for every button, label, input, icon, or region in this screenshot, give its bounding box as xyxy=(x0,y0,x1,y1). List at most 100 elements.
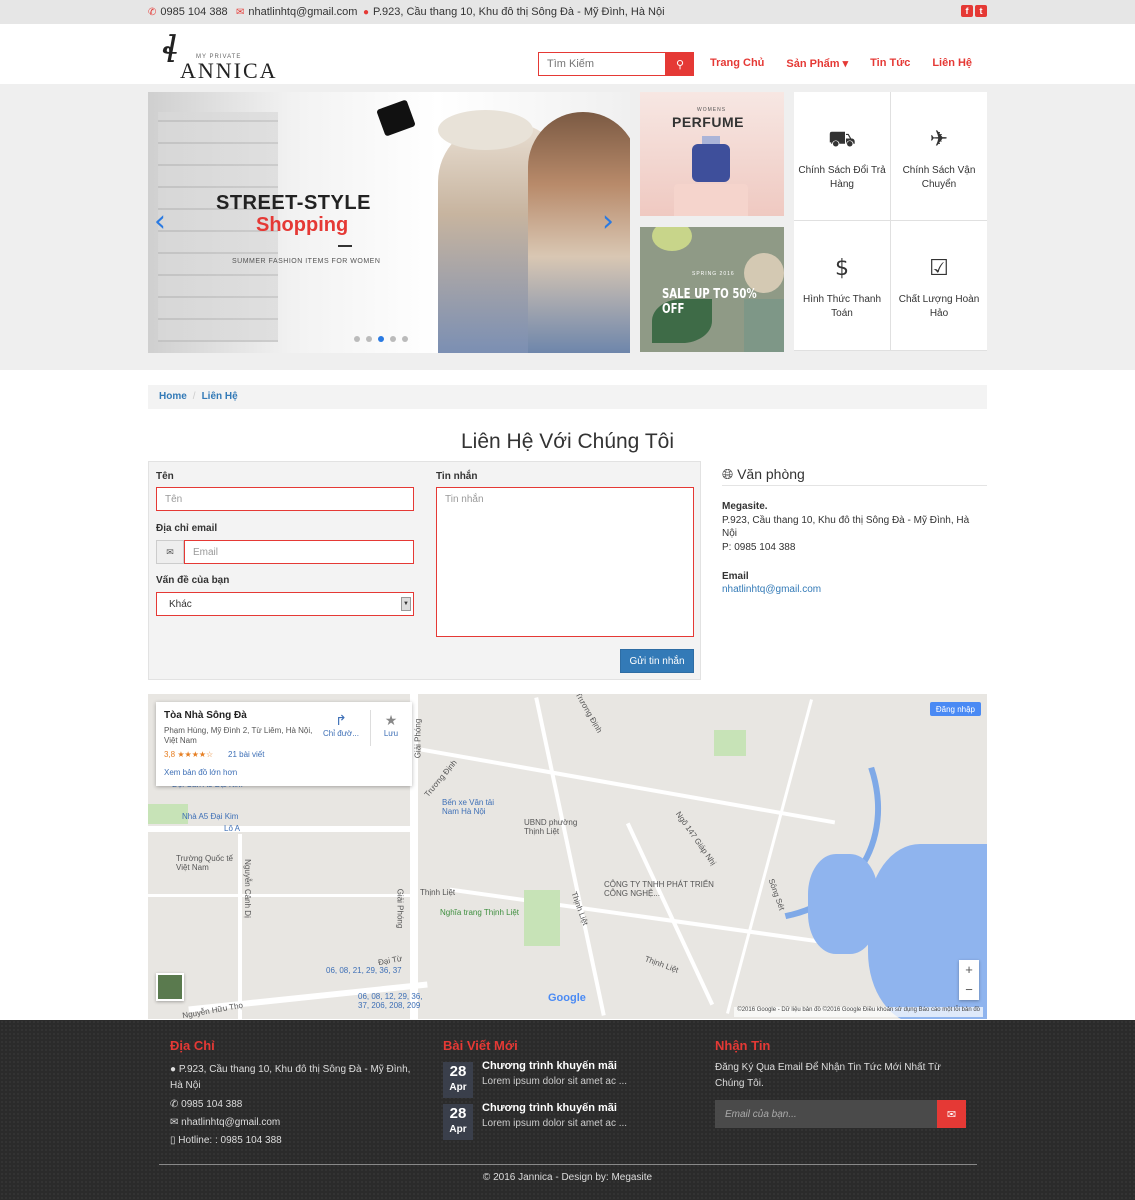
topic-select[interactable]: Khác ▼ xyxy=(156,592,414,616)
office-company: Megasite. xyxy=(722,501,768,512)
footer-email[interactable]: ✉ nhatlinhtq@gmail.com xyxy=(170,1114,280,1132)
post-excerpt: Lorem ipsum dolor sit amet ac ... xyxy=(482,1076,628,1087)
page-title: Liên Hệ Với Chúng Tôi xyxy=(460,430,674,453)
plane-icon: ✈ xyxy=(929,127,949,152)
search-form: ⚲ xyxy=(538,52,694,76)
envelope-icon: ✉ xyxy=(946,1108,957,1121)
header: ɬ MY PRIVATE ANNICA ⚲ Trang Chủ Sản Phẩm… xyxy=(0,24,1135,84)
office-title: 🌐︎ Văn phòng xyxy=(722,466,987,486)
breadcrumb: Home / Liên Hệ xyxy=(148,385,987,409)
sale-banner[interactable]: SPRING 2016 SALE UP TO 50% OFF xyxy=(640,227,784,352)
envelope-icon: ✉ xyxy=(236,6,245,18)
footer-divider xyxy=(159,1164,977,1165)
image-slider[interactable]: STREET-STYLE Shopping SUMMER FASHION ITE… xyxy=(148,92,630,353)
message-field[interactable]: Tin nhắn xyxy=(436,487,694,637)
send-message-button[interactable]: Gửi tin nhắn xyxy=(620,649,694,673)
nav-news[interactable]: Tin Tức xyxy=(870,57,910,70)
place-reviews-link[interactable]: 21 bài viết xyxy=(228,750,264,759)
main-nav: Trang Chủ Sản Phẩm ▾ Tin Tức Liên Hệ xyxy=(710,57,972,70)
post-title-link[interactable]: Chương trình khuyến mãi xyxy=(482,1060,617,1072)
post-date: 28 Apr xyxy=(443,1062,473,1098)
directions-icon: ↱ xyxy=(335,712,347,728)
money-hand-icon: $ xyxy=(835,256,849,281)
phone-icon: ✆ xyxy=(148,6,157,18)
office-email[interactable]: nhatlinhtq@gmail.com xyxy=(722,583,821,596)
phone-icon: ✆ xyxy=(170,1099,179,1110)
directions-button[interactable]: ↱ Chỉ đườ... xyxy=(320,712,362,738)
logo[interactable]: ɬ MY PRIVATE ANNICA xyxy=(162,28,282,83)
slide-title-accent: Shopping xyxy=(256,214,349,236)
topic-label: Vấn đề của bạn xyxy=(156,575,230,586)
chevron-down-icon: ▼ xyxy=(401,597,411,611)
footer-address: ● P.923, Cầu thang 10, Khu đô thị Sông Đ… xyxy=(170,1064,411,1091)
save-button[interactable]: ★ Lưu xyxy=(376,712,406,738)
nav-home[interactable]: Trang Chủ xyxy=(710,57,764,70)
satellite-toggle[interactable] xyxy=(156,973,184,1001)
top-bar: ✆ 0985 104 388 ✉ nhatlinhtq@gmail.com ● … xyxy=(0,0,1135,24)
footer-hotline: ▯ Hotline: : 0985 104 388 xyxy=(170,1135,282,1146)
map-marker-icon: ● xyxy=(170,1064,177,1075)
newsletter-email-input[interactable]: Email của bạn... xyxy=(715,1100,937,1128)
topbar-address: ● P.923, Cầu thang 10, Khu đô thị Sông Đ… xyxy=(363,6,665,18)
feature-quality[interactable]: ☑ Chất Lượng Hoàn Hảo xyxy=(891,221,987,350)
larger-map-link[interactable]: Xem bản đồ lớn hơn xyxy=(164,768,237,777)
star-icon: ★ xyxy=(384,712,398,728)
search-input[interactable] xyxy=(538,52,666,76)
slider-dot[interactable] xyxy=(378,336,384,342)
slider-prev-icon[interactable]: ‹ xyxy=(154,204,166,239)
nav-contact[interactable]: Liên Hệ xyxy=(932,57,972,70)
name-field[interactable]: Tên xyxy=(156,487,414,511)
copyright: © 2016 Jannica - Design by: Megasite xyxy=(482,1172,653,1183)
email-field[interactable]: Email xyxy=(184,540,414,564)
office-phone: P: 0985 104 388 xyxy=(722,542,796,553)
breadcrumb-home[interactable]: Home xyxy=(159,391,187,403)
slide-subtitle: SUMMER FASHION ITEMS FOR WOMEN xyxy=(232,258,381,265)
footer-newsletter-title: Nhận Tin xyxy=(715,1038,771,1053)
feature-payment[interactable]: $ Hình Thức Thanh Toán xyxy=(794,221,890,350)
facebook-icon[interactable]: f xyxy=(961,5,973,17)
twitter-icon[interactable]: t xyxy=(975,5,987,17)
email-label: Địa chỉ email xyxy=(156,523,218,534)
map-signin-button[interactable]: Đăng nhập xyxy=(929,702,981,716)
globe-icon: 🌐︎ xyxy=(722,466,734,482)
google-map[interactable]: Trương Định Giải Phóng Trương Định Bến x… xyxy=(148,694,987,1019)
slider-dot[interactable] xyxy=(354,336,360,342)
topbar-email[interactable]: ✉ nhatlinhtq@gmail.com xyxy=(236,6,357,18)
return-icon: ⛟ xyxy=(828,127,856,152)
slider-dot[interactable] xyxy=(366,336,372,342)
slider-dot[interactable] xyxy=(402,336,408,342)
footer-address-title: Địa Chỉ xyxy=(170,1038,215,1053)
zoom-out-icon[interactable]: − xyxy=(959,980,979,1000)
slide-title: STREET-STYLE xyxy=(216,192,371,214)
envelope-icon: ✉ xyxy=(156,540,184,564)
newsletter-submit-button[interactable]: ✉ xyxy=(937,1100,966,1128)
quality-icon: ☑ xyxy=(929,256,949,281)
footer: Địa Chỉ ● P.923, Cầu thang 10, Khu đô th… xyxy=(0,1020,1135,1200)
newsletter-text: Đăng Ký Qua Email Để Nhận Tin Tức Mới Nh… xyxy=(715,1062,941,1089)
perfume-bottle-image xyxy=(692,144,730,182)
mobile-icon: ▯ xyxy=(170,1135,176,1146)
nav-products[interactable]: Sản Phẩm ▾ xyxy=(786,57,848,70)
topbar-phone: ✆ 0985 104 388 xyxy=(148,6,228,18)
post-title-link[interactable]: Chương trình khuyến mãi xyxy=(482,1102,617,1114)
search-button[interactable]: ⚲ xyxy=(666,52,694,76)
place-address: Phạm Hùng, Mỹ Đình 2, Từ Liêm, Hà Nội, V… xyxy=(164,726,313,745)
feature-grid: ⛟ Chính Sách Đổi Trả Hàng ✈ Chính Sách V… xyxy=(794,92,987,351)
search-icon: ⚲ xyxy=(675,58,685,71)
office-email-label: Email xyxy=(722,571,749,582)
breadcrumb-current[interactable]: Liên Hệ xyxy=(202,391,238,403)
place-info-card: Tòa Nhà Sông Đà Phạm Hùng, Mỹ Đình 2, Từ… xyxy=(156,702,412,786)
social-links: f t xyxy=(961,5,987,17)
place-title: Tòa Nhà Sông Đà xyxy=(164,710,247,721)
place-rating: 3,8 ★★★★☆ xyxy=(164,750,214,759)
map-zoom-control: + − xyxy=(959,960,979,1000)
perfume-banner[interactable]: WOMENS PERFUME xyxy=(640,92,784,216)
hero-section: STREET-STYLE Shopping SUMMER FASHION ITE… xyxy=(0,84,1135,370)
slider-next-icon[interactable]: › xyxy=(602,204,614,239)
feature-return-policy[interactable]: ⛟ Chính Sách Đổi Trả Hàng xyxy=(794,92,890,220)
post-date: 28 Apr xyxy=(443,1104,473,1140)
map-marker-icon: ● xyxy=(363,6,370,18)
feature-shipping-policy[interactable]: ✈ Chính Sách Vận Chuyển xyxy=(891,92,987,220)
slider-dot[interactable] xyxy=(390,336,396,342)
zoom-in-icon[interactable]: + xyxy=(959,960,979,980)
